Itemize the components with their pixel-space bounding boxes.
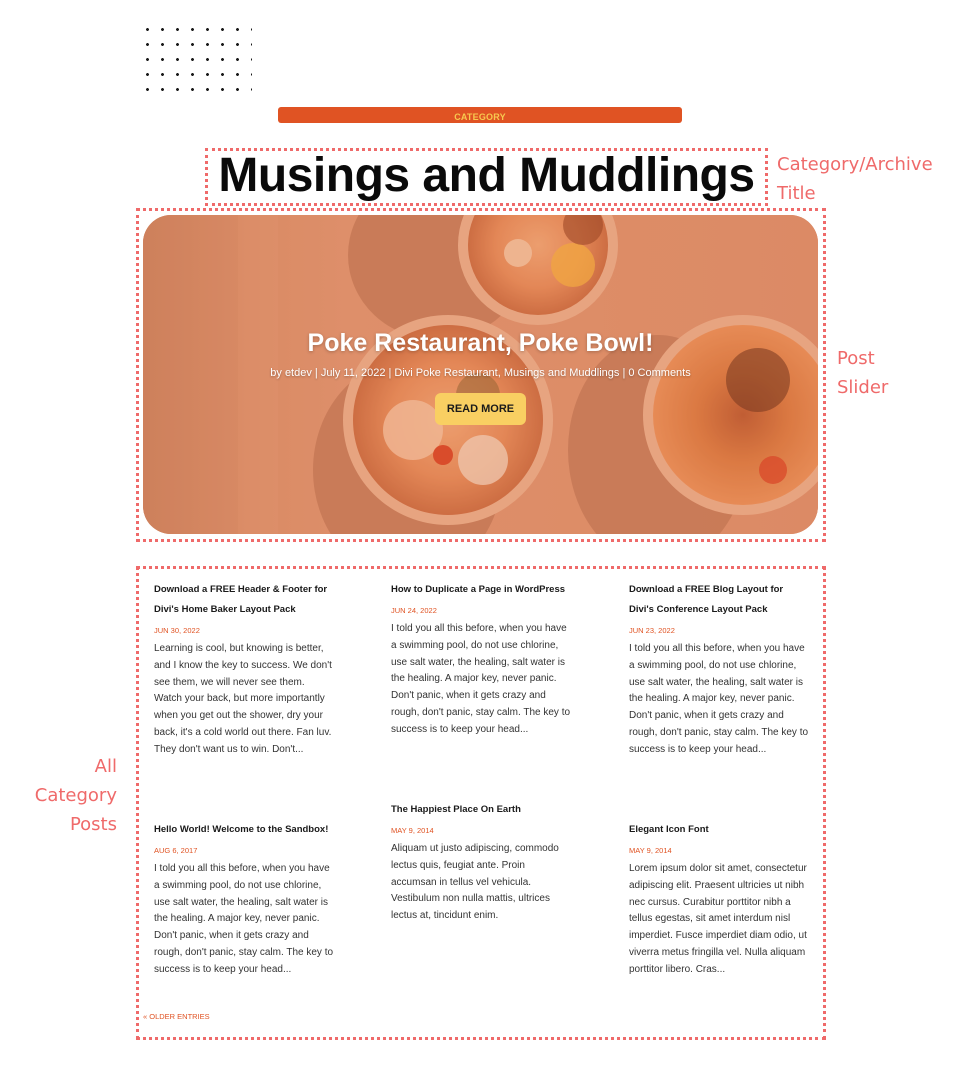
post-date: JUN 30, 2022	[154, 626, 200, 635]
post-title[interactable]: Download a FREE Header & Footer for Divi…	[154, 580, 334, 620]
post-title[interactable]: The Happiest Place On Earth	[391, 800, 571, 820]
post-date: JUN 23, 2022	[629, 626, 675, 635]
blog-post: How to Duplicate a Page in WordPress JUN…	[391, 580, 571, 739]
blog-post: Elegant Icon Font MAY 9, 2014 Lorem ipsu…	[629, 820, 809, 979]
blog-post: The Happiest Place On Earth MAY 9, 2014 …	[391, 800, 571, 925]
post-excerpt: Lorem ipsum dolor sit amet, consectetur …	[629, 863, 807, 975]
post-date: JUN 24, 2022	[391, 606, 437, 615]
post-excerpt: Learning is cool, but knowing is better,…	[154, 643, 332, 755]
post-date: MAY 9, 2014	[391, 826, 434, 835]
post-excerpt: I told you all this before, when you hav…	[391, 623, 571, 735]
decorative-dot-grid	[140, 22, 252, 92]
post-title[interactable]: Hello World! Welcome to the Sandbox!	[154, 820, 334, 840]
slide-post-meta: by etdev | July 11, 2022 | Divi Poke Res…	[270, 367, 691, 379]
category-badge-label: CATEGORY	[454, 112, 506, 122]
blog-post: Download a FREE Header & Footer for Divi…	[154, 580, 334, 759]
read-more-button[interactable]: READ MORE	[434, 393, 527, 425]
annotation-line: All	[94, 756, 117, 777]
post-excerpt: Aliquam ut justo adipiscing, commodo lec…	[391, 843, 559, 922]
annotation-line: Posts	[69, 814, 117, 835]
blog-post: Hello World! Welcome to the Sandbox! AUG…	[154, 820, 334, 979]
post-title[interactable]: How to Duplicate a Page in WordPress	[391, 580, 571, 600]
post-title[interactable]: Elegant Icon Font	[629, 820, 809, 840]
annotation-line: Post	[837, 348, 875, 369]
archive-title-annotation-label: Category/Archive Title	[777, 150, 933, 208]
blog-post: Download a FREE Blog Layout for Divi's C…	[629, 580, 809, 759]
category-posts-annotation-label: All Category Posts	[20, 752, 117, 839]
older-entries-link[interactable]: « OLDER ENTRIES	[143, 1012, 210, 1021]
post-title[interactable]: Download a FREE Blog Layout for Divi's C…	[629, 580, 809, 620]
slide-title[interactable]: Poke Restaurant, Poke Bowl!	[143, 327, 818, 359]
annotation-line: Title	[777, 183, 816, 204]
annotation-line: Category	[34, 785, 117, 806]
annotation-line: Slider	[837, 377, 889, 398]
post-date: AUG 6, 2017	[154, 846, 198, 855]
post-date: MAY 9, 2014	[629, 846, 672, 855]
post-excerpt: I told you all this before, when you hav…	[154, 863, 334, 975]
category-badge[interactable]: CATEGORY	[278, 107, 682, 123]
post-excerpt: I told you all this before, when you hav…	[629, 643, 809, 755]
slide-content: Poke Restaurant, Poke Bowl! by etdev | J…	[143, 327, 818, 425]
post-slider[interactable]: Poke Restaurant, Poke Bowl! by etdev | J…	[143, 215, 818, 534]
archive-title: Musings and Muddlings	[218, 149, 755, 202]
post-slider-annotation-label: Post Slider	[837, 344, 888, 402]
annotation-line: Category/Archive	[777, 154, 933, 175]
